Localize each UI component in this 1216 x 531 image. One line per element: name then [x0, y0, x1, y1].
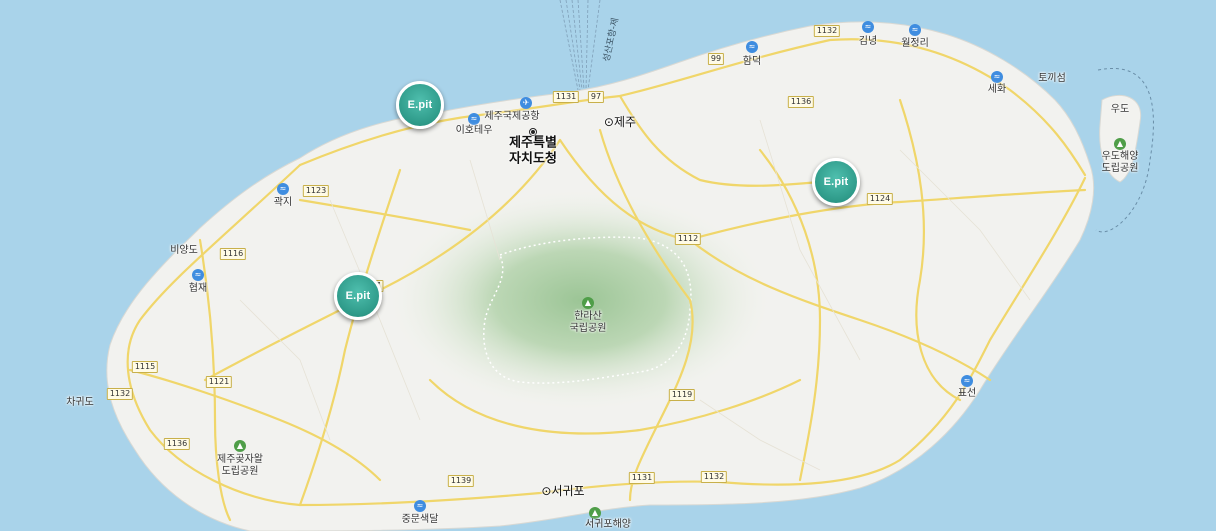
place-label-udo: 우도: [1110, 104, 1130, 115]
beach-icon: ≈: [414, 500, 426, 512]
place-label-pyoseon: 표선: [957, 388, 977, 399]
road-shield: 97: [587, 91, 605, 103]
place-label-ihotewoo: 이호테우: [455, 125, 493, 136]
epit-station-marker[interactable]: E.pit: [334, 272, 382, 320]
road-shield: 1132: [813, 25, 841, 37]
road-shield: 1116: [219, 248, 247, 260]
road-shield: 1136: [787, 96, 815, 108]
city-label-jeju: ⊙제주: [603, 114, 637, 129]
road-shield: 1131: [552, 91, 580, 103]
beach-icon: ≈: [746, 41, 758, 53]
road-shield: 1131: [628, 472, 656, 484]
marker-label: E.pit: [345, 290, 371, 302]
place-label-chagwido: 차귀도: [66, 397, 94, 408]
road-shield: 1123: [302, 185, 330, 197]
marker-label: E.pit: [407, 99, 433, 111]
place-label-gimnyeong: 김녕: [858, 36, 878, 47]
beach-icon: ≈: [909, 24, 921, 36]
marker-label: E.pit: [823, 176, 849, 188]
road-shield: 1119: [668, 389, 696, 401]
map-canvas[interactable]: 1132 99 1136 1131 97 1123 1124 1112 1116…: [0, 0, 1216, 531]
city-label-provincial-office: 제주특별 자치도청: [509, 135, 557, 166]
beach-icon: ≈: [277, 183, 289, 195]
place-label-gotjawal-park: 제주곶자왈 도립공원: [217, 454, 263, 477]
park-icon: ▲: [589, 507, 601, 519]
road-shield: 99: [707, 53, 725, 65]
place-label-sehwa: 세화: [987, 84, 1007, 95]
place-label-udo-marine-park: 우도해양 도립공원: [1101, 151, 1139, 174]
place-label-jungmun-saekdal: 중문색달: [401, 514, 439, 525]
epit-station-marker[interactable]: E.pit: [396, 81, 444, 129]
beach-icon: ≈: [961, 375, 973, 387]
road-shield: 1121: [205, 376, 233, 388]
ferry-routes: [559, 0, 601, 91]
place-label-tokkiseom: 토끼섬: [1038, 73, 1066, 84]
place-label-seogwipo-marine: 서귀포해양: [585, 519, 631, 530]
park-icon: ▲: [234, 440, 246, 452]
beach-icon: ≈: [468, 113, 480, 125]
place-label-biyangdo: 비양도: [170, 245, 198, 256]
beach-icon: ≈: [991, 71, 1003, 83]
beach-icon: ≈: [862, 21, 874, 33]
place-label-woljeongri: 월정리: [901, 38, 929, 49]
place-label-hamdeok: 함덕: [742, 56, 762, 67]
place-label-airport: 제주국제공항: [484, 111, 540, 122]
place-label-hallasan-park: 한라산 국립공원: [569, 311, 607, 334]
road-shield: 1132: [700, 471, 728, 483]
airport-icon: ✈: [520, 97, 532, 109]
epit-station-marker[interactable]: E.pit: [812, 158, 860, 206]
park-icon: ▲: [582, 297, 594, 309]
road-shield: 1124: [866, 193, 894, 205]
road-shield: 1136: [163, 438, 191, 450]
road-shield: 1115: [131, 361, 159, 373]
city-label-seogwipo: ⊙서귀포: [541, 483, 585, 498]
road-shield: 1112: [674, 233, 702, 245]
beach-icon: ≈: [192, 269, 204, 281]
place-label-hyeopjae: 협재: [188, 283, 208, 294]
map-base-layer: [106, 0, 1154, 531]
road-shield: 1139: [447, 475, 475, 487]
park-icon: ▲: [1114, 138, 1126, 150]
place-label-gwakji: 곽지: [273, 197, 293, 208]
road-shield: 1132: [106, 388, 134, 400]
